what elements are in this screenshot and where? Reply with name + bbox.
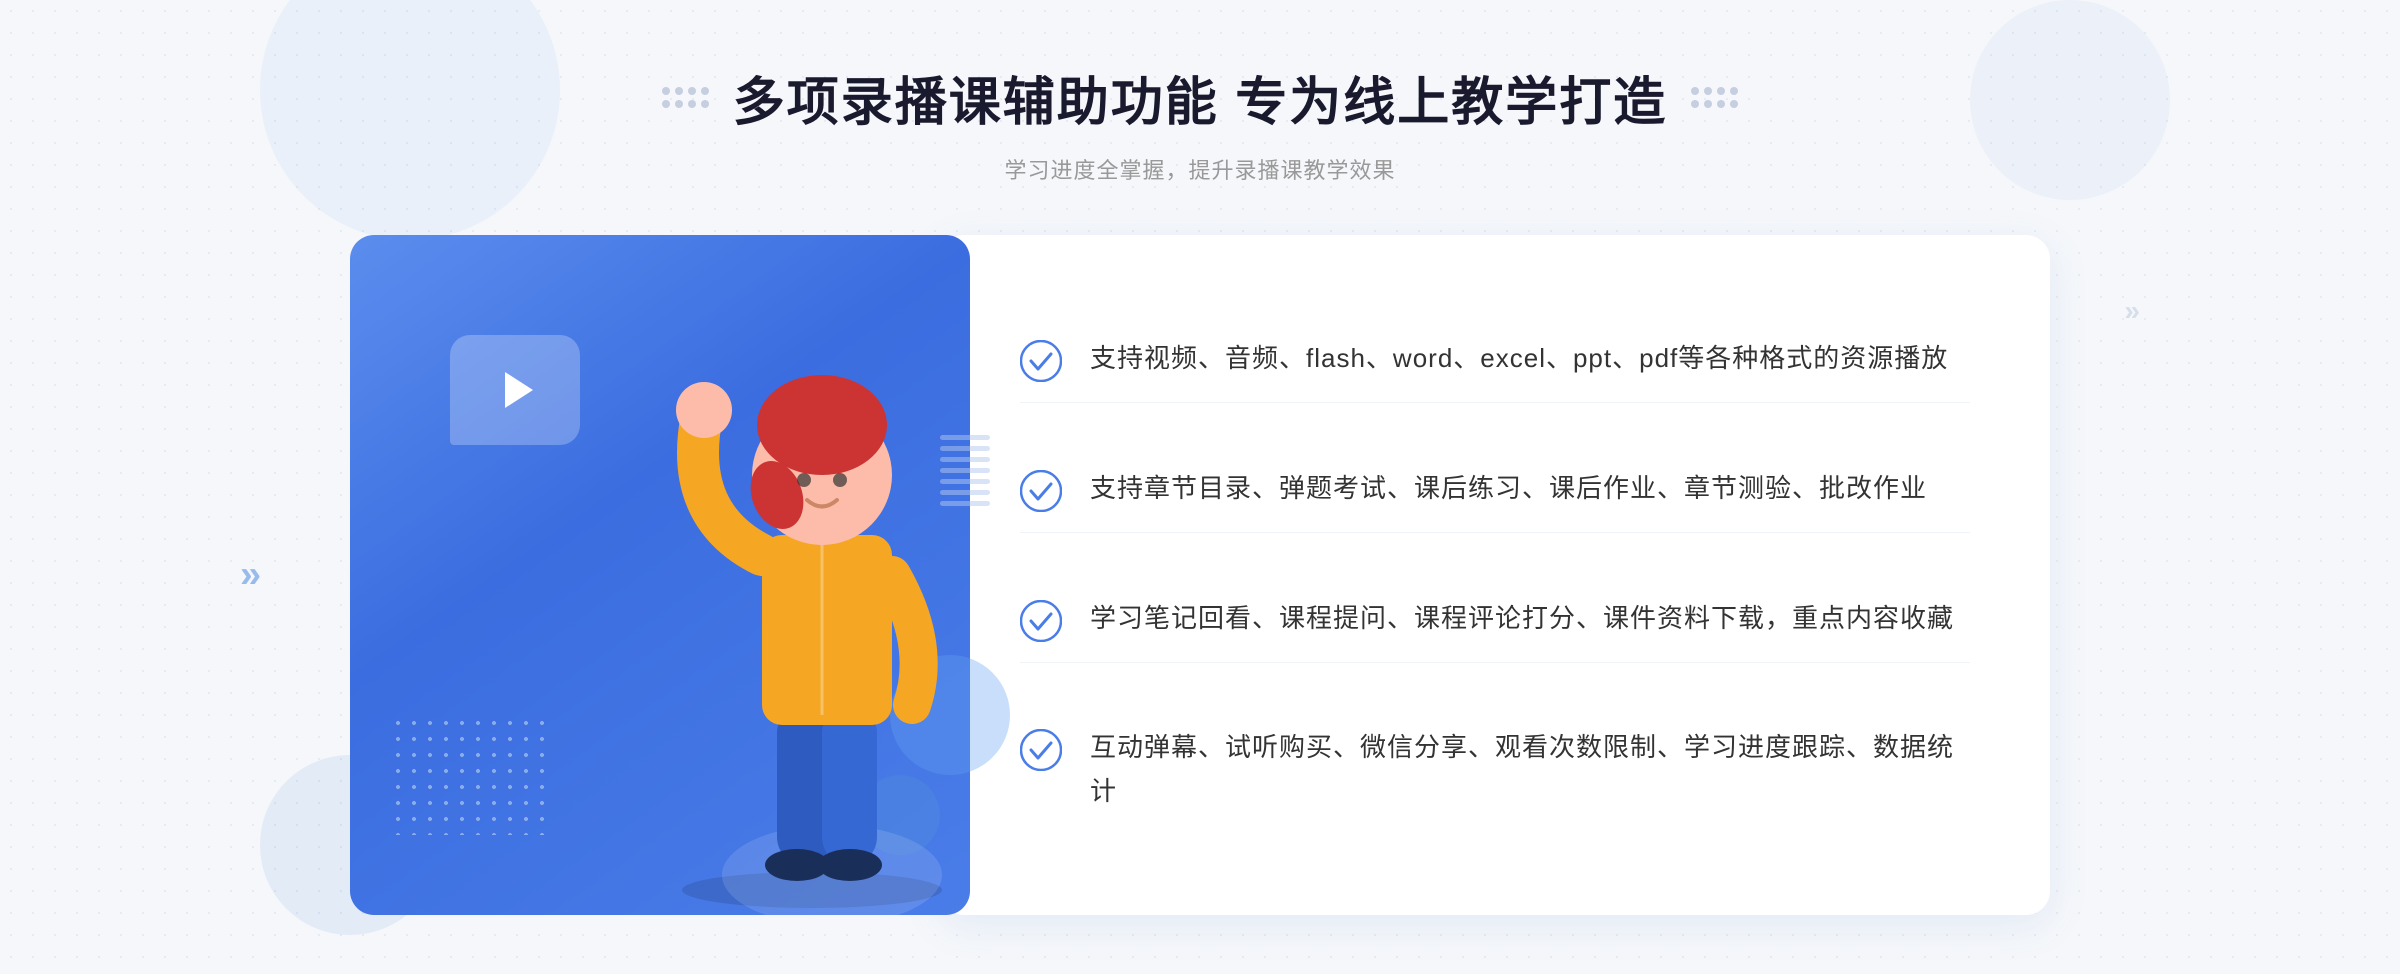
feature-text-4: 互动弹幕、试听购买、微信分享、观看次数限制、学习进度跟踪、数据统计 xyxy=(1090,725,1970,813)
check-icon-2 xyxy=(1020,470,1062,512)
person-illustration xyxy=(622,335,1002,915)
illustration-card xyxy=(350,235,970,915)
title-deco-left xyxy=(662,87,709,108)
feature-item-1: 支持视频、音频、flash、word、excel、ppt、pdf等各种格式的资源… xyxy=(1020,316,1970,403)
check-icon-1 xyxy=(1020,340,1062,382)
title-deco-right xyxy=(1691,87,1738,108)
feature-text-2: 支持章节目录、弹题考试、课后练习、课后作业、章节测验、批改作业 xyxy=(1090,466,1927,510)
feature-text-3: 学习笔记回看、课程提问、课程评论打分、课件资料下载，重点内容收藏 xyxy=(1090,596,1954,640)
feature-item-2: 支持章节目录、弹题考试、课后练习、课后作业、章节测验、批改作业 xyxy=(1020,446,1970,533)
bg-circle-top-right xyxy=(1970,0,2170,200)
play-icon xyxy=(505,372,533,408)
dots-grid-deco xyxy=(390,715,550,835)
bg-circle-top-left xyxy=(260,0,560,240)
check-icon-3 xyxy=(1020,600,1062,642)
page-container: 多项录播课辅助功能 专为线上教学打造 学习进度全掌握，提升录播课教学效果 » xyxy=(0,0,2400,974)
page-subtitle: 学习进度全掌握，提升录播课教学效果 xyxy=(1004,153,1395,185)
page-header: 多项录播课辅助功能 专为线上教学打造 学习进度全掌握，提升录播课教学效果 xyxy=(662,60,1738,185)
left-chevron-icon: » xyxy=(240,554,261,597)
page-title: 多项录播课辅助功能 专为线上教学打造 xyxy=(733,60,1667,135)
feature-text-1: 支持视频、音频、flash、word、excel、ppt、pdf等各种格式的资源… xyxy=(1090,336,1948,380)
right-chevron-icon: » xyxy=(2124,295,2140,327)
main-content: » xyxy=(350,235,2050,915)
play-bubble xyxy=(450,335,580,445)
features-card: 支持视频、音频、flash、word、excel、ppt、pdf等各种格式的资源… xyxy=(940,235,2050,915)
feature-item-4: 互动弹幕、试听购买、微信分享、观看次数限制、学习进度跟踪、数据统计 xyxy=(1020,705,1970,833)
title-row: 多项录播课辅助功能 专为线上教学打造 xyxy=(662,60,1738,135)
feature-item-3: 学习笔记回看、课程提问、课程评论打分、课件资料下载，重点内容收藏 xyxy=(1020,576,1970,663)
check-icon-4 xyxy=(1020,729,1062,771)
